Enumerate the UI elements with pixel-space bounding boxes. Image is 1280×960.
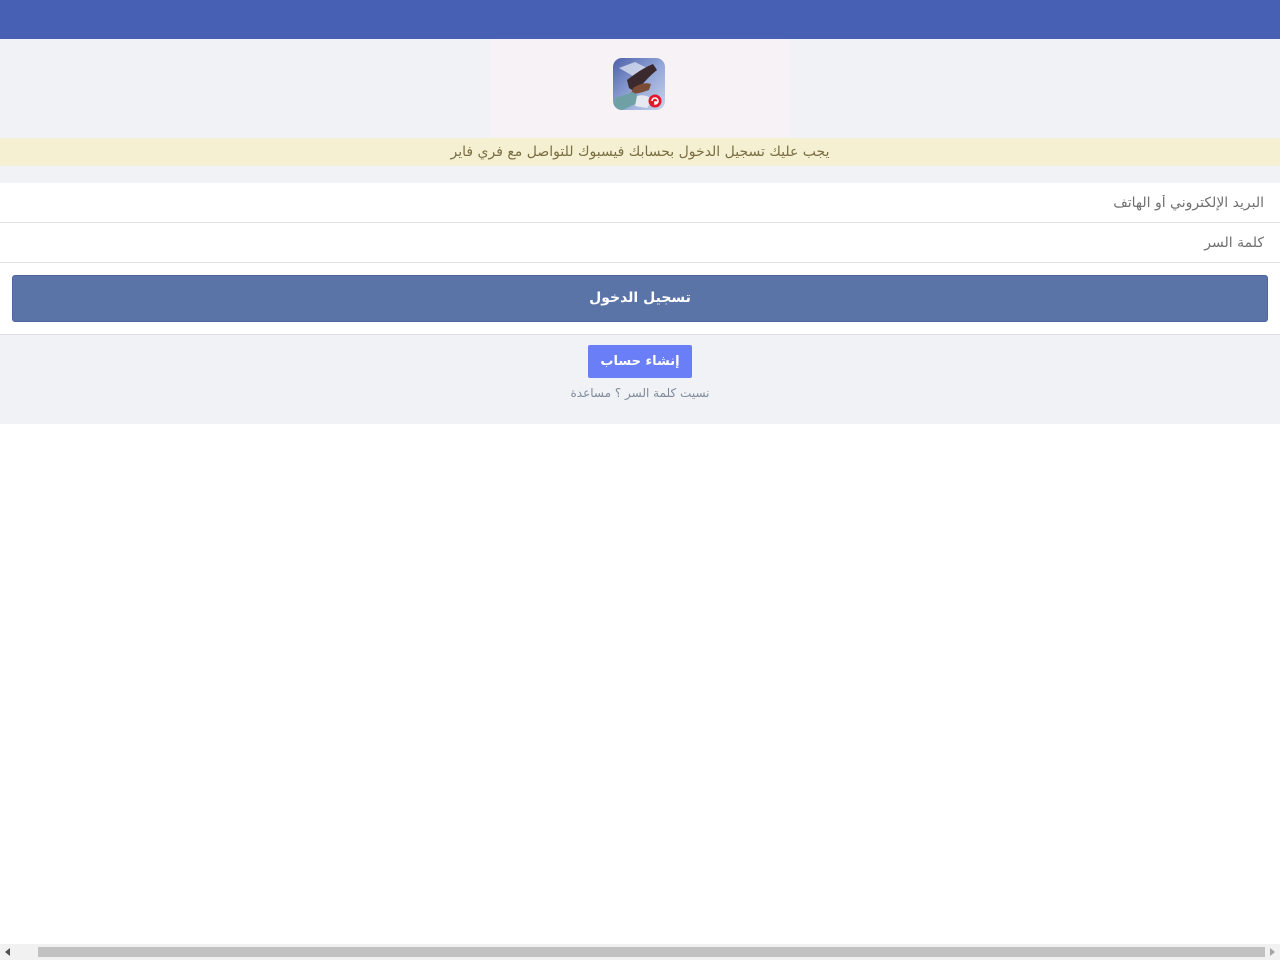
- email-input[interactable]: [16, 183, 1264, 222]
- free-fire-app-icon: [613, 58, 665, 110]
- top-bar: [0, 0, 1280, 39]
- password-field[interactable]: [0, 223, 1280, 263]
- password-input[interactable]: [16, 223, 1264, 262]
- footer: إنشاء حساب نسيت كلمة السر ؟ مساعدة: [0, 335, 1280, 424]
- section-gap: [0, 166, 1280, 183]
- login-button[interactable]: تسجيل الدخول: [12, 275, 1268, 322]
- login-section: تسجيل الدخول: [0, 263, 1280, 335]
- scrollbar-thumb[interactable]: [38, 947, 1265, 957]
- logo-card: [490, 39, 790, 138]
- login-required-notice: يجب عليك تسجيل الدخول بحسابك فيسبوك للتو…: [0, 138, 1280, 166]
- help-links: نسيت كلمة السر ؟ مساعدة: [0, 386, 1280, 400]
- help-link[interactable]: مساعدة: [570, 386, 611, 400]
- create-account-button[interactable]: إنشاء حساب: [588, 345, 692, 378]
- scroll-right-arrow-icon[interactable]: [1270, 948, 1275, 956]
- forgot-password-link[interactable]: نسيت كلمة السر ؟: [615, 386, 710, 400]
- email-field[interactable]: [0, 183, 1280, 223]
- scroll-left-arrow-icon[interactable]: [5, 948, 10, 956]
- logo-band: [0, 39, 1280, 138]
- horizontal-scrollbar[interactable]: [0, 944, 1280, 960]
